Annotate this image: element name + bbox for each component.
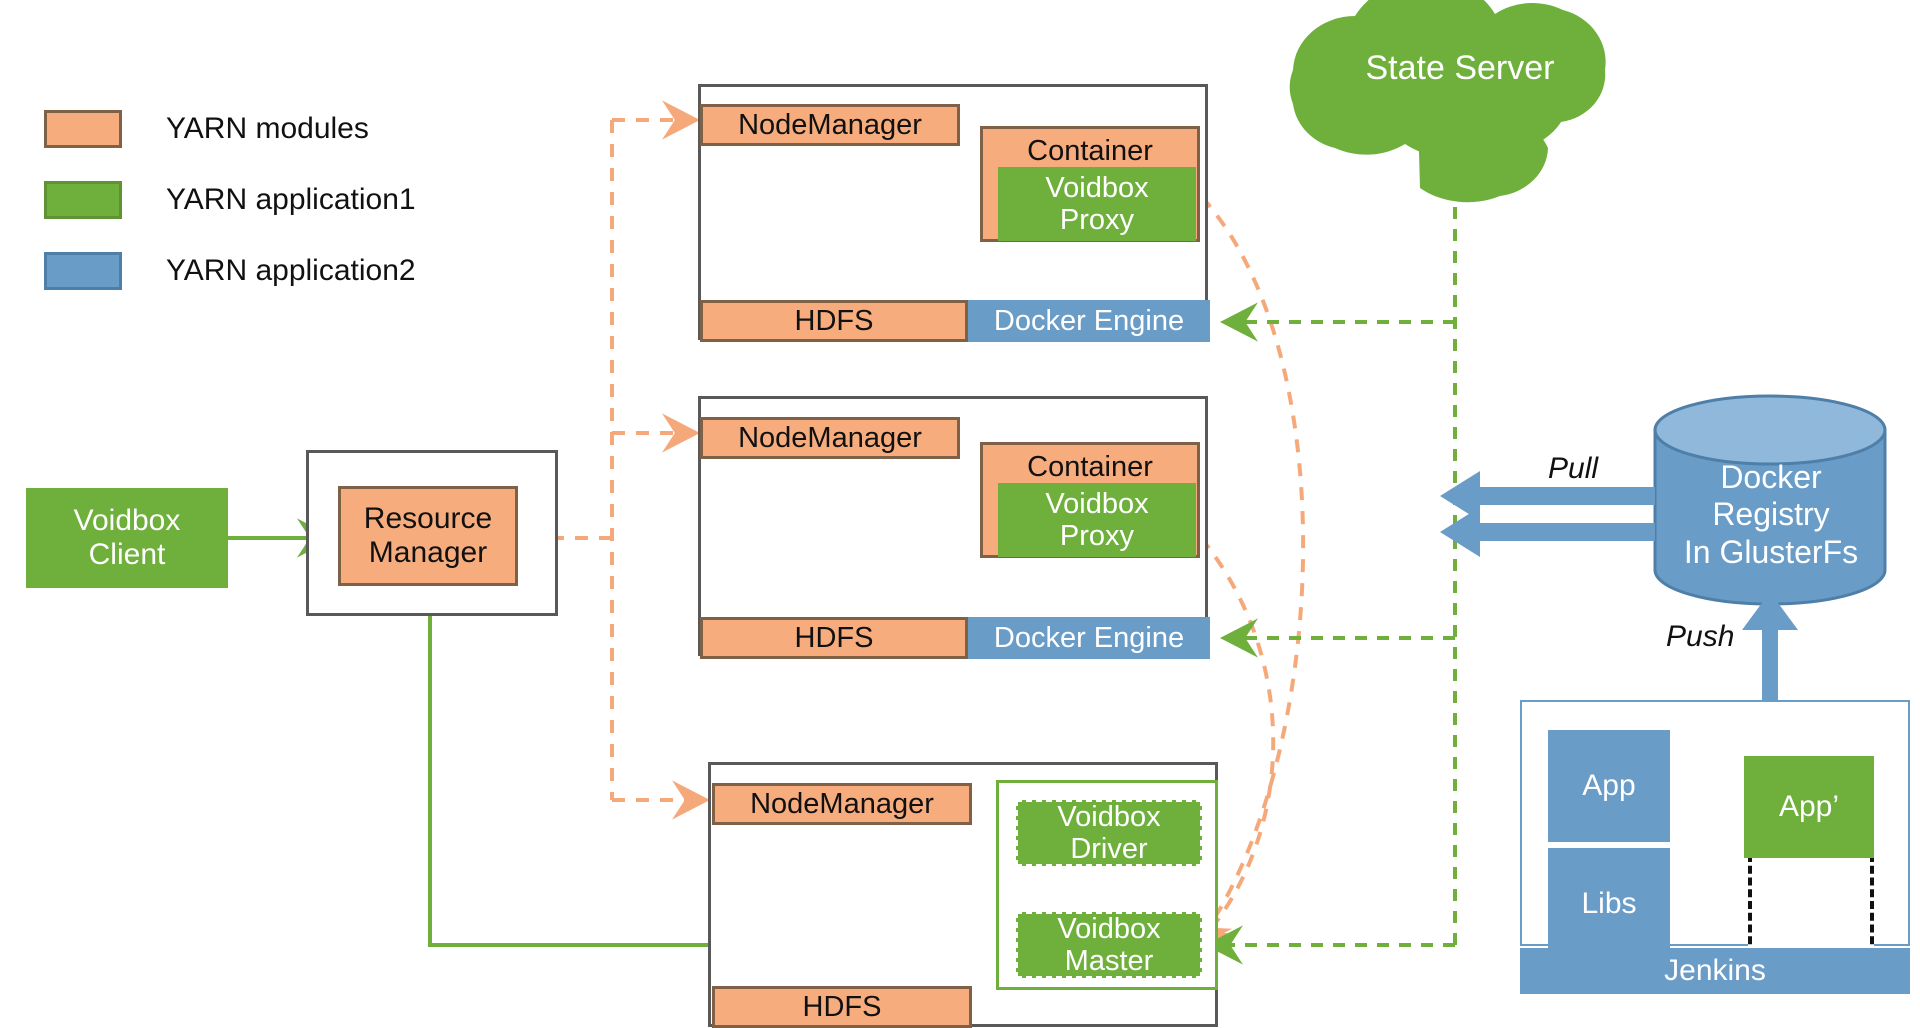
hdfs-3: HDFS [712, 986, 972, 1028]
hdfs-1-label: HDFS [794, 304, 874, 337]
node-manager-3: NodeManager [712, 783, 972, 825]
docker-engine-2: Docker Engine [968, 617, 1210, 659]
voidbox-driver-line2: Driver [1070, 833, 1148, 865]
legend-swatch-yarn-modules [44, 110, 122, 148]
docker-registry-line1: Docker [1720, 459, 1822, 496]
voidbox-proxy-2-line1: Voidbox [1045, 487, 1149, 520]
jenkins-app-prime-box: App’ [1744, 756, 1874, 858]
legend-swatch-yarn-application1 [44, 181, 122, 219]
node-manager-2-label: NodeManager [738, 421, 922, 454]
voidbox-client-box: Voidbox Client [26, 488, 228, 588]
legend-label-yarn-application1: YARN application1 [166, 183, 416, 216]
docker-registry-line3: In GlusterFs [1683, 533, 1859, 570]
voidbox-proxy-1-line2: Proxy [1059, 204, 1135, 236]
resource-manager-label-line2: Manager [368, 536, 488, 569]
docker-registry-line2: Registry [1712, 496, 1830, 533]
voidbox-master-line1: Voidbox [1057, 912, 1161, 945]
node-manager-1-label: NodeManager [738, 108, 922, 141]
hdfs-3-label: HDFS [802, 990, 882, 1023]
container-1-label: Container [1027, 135, 1153, 167]
container-2-label: Container [1027, 451, 1153, 483]
jenkins-app-prime-label: App’ [1778, 790, 1840, 824]
jenkins-libs-label: Libs [1581, 887, 1637, 921]
resource-manager-label-line1: Resource [363, 502, 493, 536]
state-server-label: State Server [1365, 48, 1555, 87]
state-server-cloud [1289, 0, 1606, 203]
legend-label-yarn-application2: YARN application2 [166, 254, 416, 287]
node-manager-3-label: NodeManager [750, 787, 934, 820]
node-manager-2: NodeManager [700, 417, 960, 459]
docker-registry-label: Docker Registry In GlusterFs [1660, 450, 1882, 580]
voidbox-client-label-line1: Voidbox [73, 504, 181, 538]
voidbox-proxy-2: Voidbox Proxy [998, 483, 1196, 557]
jenkins-app-label: App [1582, 769, 1636, 803]
architecture-diagram: YARN modules YARN application1 YARN appl… [0, 0, 1920, 1028]
voidbox-proxy-2-line2: Proxy [1059, 520, 1135, 552]
push-label: Push [1666, 620, 1735, 653]
hdfs-1: HDFS [700, 300, 968, 342]
jenkins-libs-box: Libs [1548, 848, 1670, 960]
hdfs-2-label: HDFS [794, 621, 874, 654]
voidbox-master: Voidbox Master [1016, 912, 1202, 978]
docker-engine-1-label: Docker Engine [993, 304, 1185, 337]
voidbox-proxy-1: Voidbox Proxy [998, 167, 1196, 241]
voidbox-driver: Voidbox Driver [1016, 800, 1202, 866]
hdfs-2: HDFS [700, 617, 968, 659]
edge-state-server-trunk [1205, 140, 1475, 965]
jenkins-app-box: App [1548, 730, 1670, 842]
docker-engine-1: Docker Engine [968, 300, 1210, 342]
voidbox-client-label-line2: Client [88, 538, 166, 571]
docker-engine-2-label: Docker Engine [993, 621, 1185, 654]
pull-label: Pull [1548, 452, 1599, 485]
legend-swatch-yarn-application2 [44, 252, 122, 290]
voidbox-master-line2: Master [1064, 945, 1154, 977]
legend-label-yarn-modules: YARN modules [166, 112, 369, 145]
node-manager-1: NodeManager [700, 104, 960, 146]
voidbox-proxy-1-line1: Voidbox [1045, 171, 1149, 204]
jenkins-footer: Jenkins [1520, 948, 1910, 994]
jenkins-footer-label: Jenkins [1664, 954, 1766, 988]
voidbox-driver-line1: Voidbox [1057, 800, 1161, 833]
resource-manager-box: Resource Manager [338, 486, 518, 586]
